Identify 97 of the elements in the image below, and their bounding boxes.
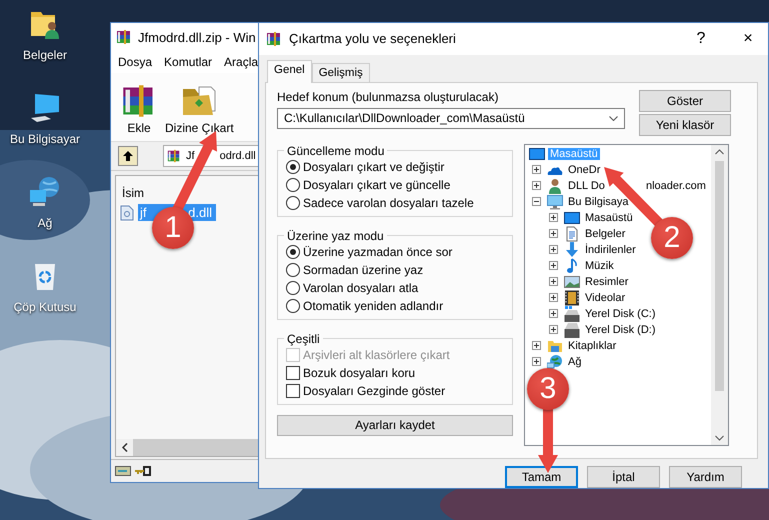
desktop-icon-label: Çöp Kutusu [14,300,76,314]
expander[interactable] [549,261,558,270]
scroll-left-icon [122,443,128,452]
toolbar-button[interactable]: Dizine Çıkart [165,83,234,135]
radio-option[interactable]: Varolan dosyaları atla [286,280,504,295]
checkbox[interactable] [286,366,300,380]
menu-item[interactable]: Araçla [224,55,258,69]
radio-button[interactable] [286,160,300,174]
music-note-icon [564,258,580,274]
field-label: Hedef konum (bulunmazsa oluşturulacak) [277,90,500,104]
dialog-title: Çıkartma yolu ve seçenekleri [289,31,457,46]
dialog-button[interactable]: İptal [587,466,660,488]
expander[interactable] [549,309,558,318]
expander[interactable] [549,229,558,238]
window-title: Jfmodrd.dll.zip - Win [138,30,256,44]
globe-icon [547,354,563,370]
network-icon[interactable] [29,176,61,208]
title-bar-button[interactable]: × [728,30,768,48]
radio-button[interactable] [286,244,300,259]
radio-button[interactable] [286,178,300,192]
column-header[interactable]: İsim [122,186,144,200]
save-settings-button[interactable]: Ayarları kaydet [277,414,513,436]
title-bar-button[interactable]: ? [681,30,721,48]
expander[interactable] [532,181,541,190]
computer-icon [547,194,563,210]
toolbar-button[interactable]: Ekle [121,83,157,135]
expander[interactable] [532,197,541,206]
dialog-button[interactable]: Tamam [505,466,578,488]
horizontal-scrollbar[interactable] [116,439,258,456]
film-icon [564,290,580,306]
tree-item[interactable]: Bu Bilgisaya [566,196,631,208]
desktop-icon-label: Belgeler [22,48,68,62]
expander[interactable] [532,357,541,366]
radio-button[interactable] [286,298,300,313]
radio-option[interactable]: Sadece varolan dosyaları tazele [286,196,504,210]
tree-item[interactable]: Yerel Disk (C:) [583,308,658,320]
monitor-icon [529,146,545,162]
chevron-down-icon [609,116,618,121]
tree-item[interactable]: Yerel Disk (D:) [583,324,658,336]
tree-item[interactable]: Ağ [566,356,584,368]
tree-item[interactable]: Masaüstü [583,212,635,224]
tree-item[interactable]: Müzik [583,260,616,272]
app-icon [266,30,282,47]
drive-icon [564,306,580,322]
monitor-icon [564,210,580,226]
radio-option[interactable]: Otomatik yeniden adlandır [286,298,504,313]
menu-item[interactable]: Komutlar [164,55,212,69]
menu-item[interactable]: Dosya [118,55,152,69]
expander[interactable] [532,341,541,350]
tree-item[interactable]: Resimler [583,276,630,288]
radio-button[interactable] [286,280,300,295]
tree-item[interactable]: İndirilenler [583,244,638,256]
radio-button[interactable] [286,262,300,277]
key-icon [135,466,151,476]
group-title: Çeşitli [286,332,321,346]
expander[interactable] [532,165,541,174]
tab[interactable]: Genel [267,60,312,83]
drive-icon [564,322,580,338]
radio-button[interactable] [286,196,300,210]
dialog-button[interactable]: Göster [639,90,731,112]
tree-item[interactable]: DLL Do nloader.com [566,180,708,192]
up-arrow-icon [123,151,133,161]
expander[interactable] [549,245,558,254]
checkbox-option[interactable]: Dosyaları Gezginde göster [286,384,504,398]
path-combo-box[interactable]: C:\Kullanıcılar\DllDownloader_com\Masaüstü [277,108,625,129]
archive-icon [167,149,181,163]
drive-icon [115,465,131,477]
person-icon [547,178,563,194]
computer-icon[interactable] [29,92,61,124]
expander[interactable] [549,213,558,222]
desktop-icon-label: Bu Bilgisayar [10,132,80,146]
radio-option[interactable]: Dosyaları çıkart ve güncelle [286,178,504,192]
app-icon [116,29,132,45]
dialog-button[interactable]: Yeni klasör [639,114,731,136]
checkbox[interactable] [286,384,300,398]
group-title: Güncelleme modu [286,144,386,158]
tree-item[interactable]: Kitaplıklar [566,340,618,352]
up-folder-button[interactable] [118,146,138,166]
document-icon [564,226,580,242]
tab[interactable]: Gelişmiş [312,62,370,82]
radio-option[interactable]: Dosyaları çıkart ve değiştir [286,160,504,174]
tree-item[interactable]: Belgeler [583,228,628,240]
tree-item[interactable]: OneDr [566,164,602,176]
radio-option[interactable]: Sormadan üzerine yaz [286,262,504,277]
down-arrow-icon [564,242,580,258]
vertical-scrollbar[interactable] [711,144,728,445]
radio-option[interactable]: Üzerine yazmadan önce sor [286,244,504,259]
dialog-button[interactable]: Yardım [669,466,742,488]
expander[interactable] [549,325,558,334]
expander[interactable] [549,293,558,302]
image-icon [564,274,580,290]
tree-item[interactable]: Videolar [583,292,628,304]
group-title: Üzerine yaz modu [286,228,385,243]
expander[interactable] [549,277,558,286]
desktop-icon-label: Ağ [38,216,52,230]
checkbox-option[interactable]: Bozuk dosyaları koru [286,366,504,380]
file-icon [120,204,134,220]
